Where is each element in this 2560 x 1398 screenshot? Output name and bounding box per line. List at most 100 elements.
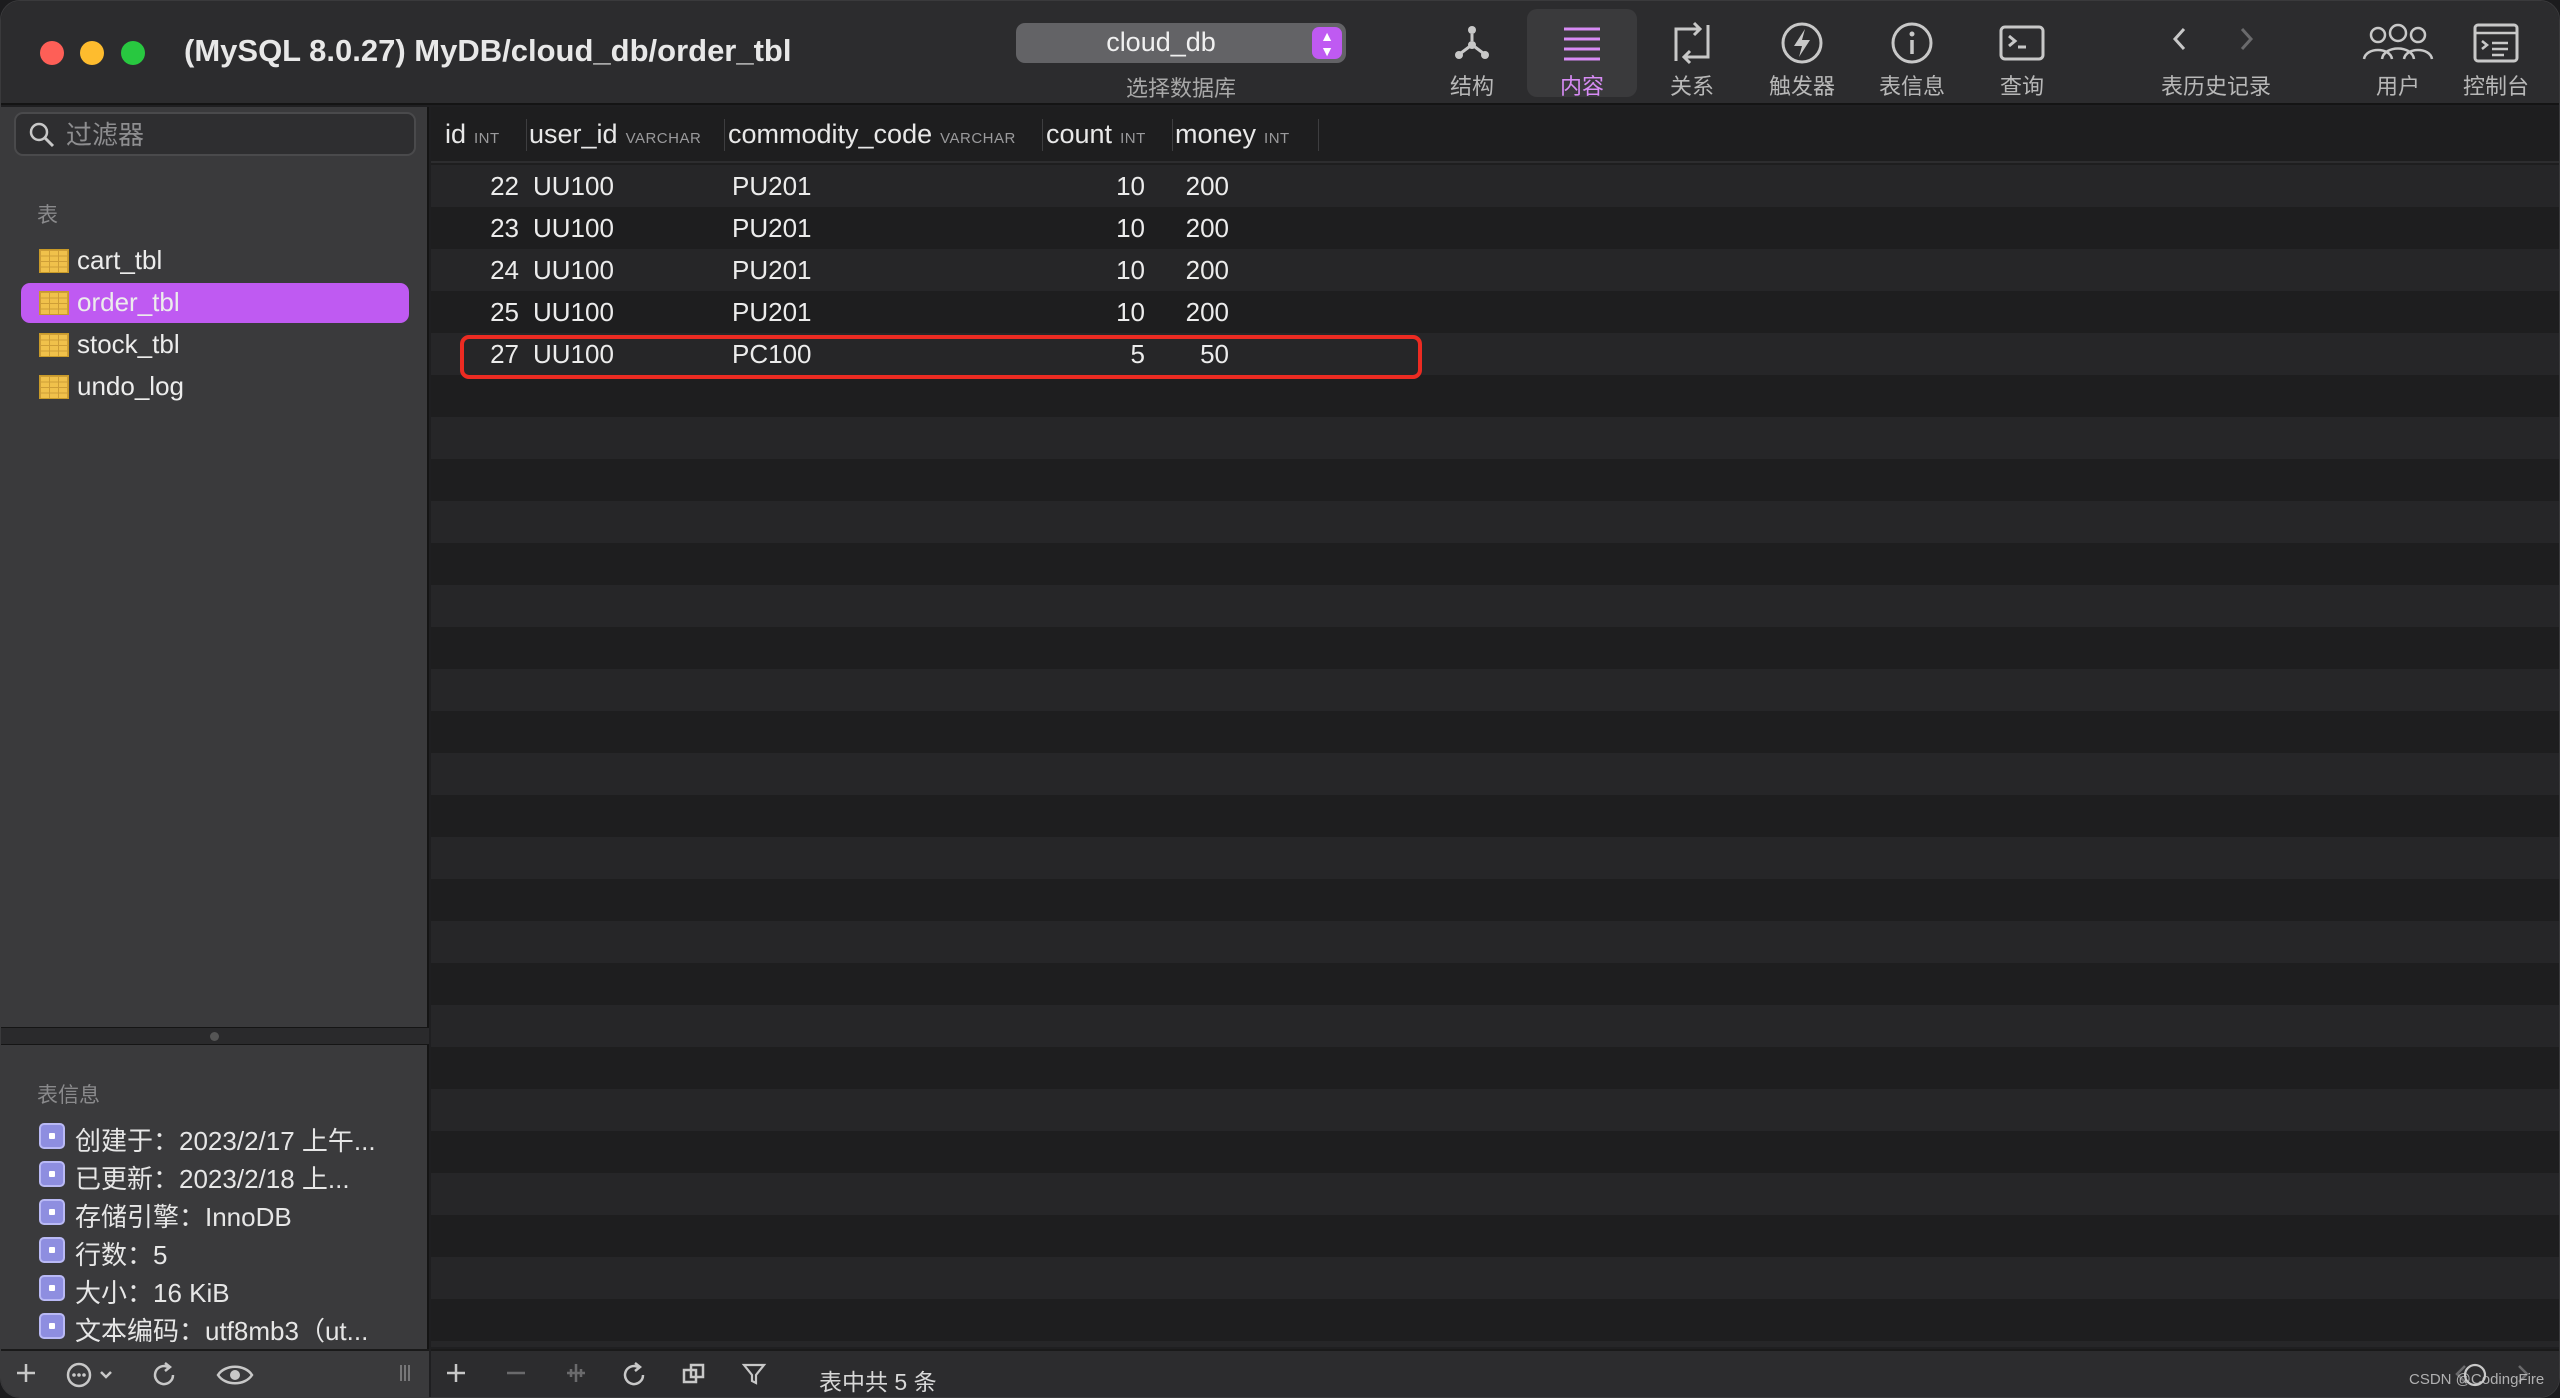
database-select-label: 选择数据库 [1125, 76, 1236, 101]
table-row[interactable]: 24 UU100 PU201 10 200 [431, 249, 2559, 291]
empty-table-row[interactable] [431, 1341, 2559, 1347]
empty-table-row[interactable] [431, 879, 2559, 921]
empty-table-row[interactable] [431, 921, 2559, 963]
cell-commodity-code[interactable]: PU201 [732, 171, 812, 202]
eye-icon [216, 1365, 254, 1385]
cell-count[interactable]: 10 [1116, 255, 1145, 286]
empty-table-row[interactable] [431, 1047, 2559, 1089]
relations-button[interactable]: 关系 [1637, 9, 1747, 99]
splitter-handle[interactable] [210, 1032, 219, 1041]
cell-commodity-code[interactable]: PU201 [732, 213, 812, 244]
cell-money[interactable]: 200 [1186, 171, 1229, 202]
empty-table-row[interactable] [431, 417, 2559, 459]
cell-user-id[interactable]: UU100 [533, 255, 614, 286]
empty-table-row[interactable] [431, 1299, 2559, 1341]
cell-count[interactable]: 10 [1116, 171, 1145, 202]
column-type: VARCHAR [940, 130, 1016, 147]
toggle-visibility-button[interactable] [215, 1361, 255, 1391]
empty-table-row[interactable] [431, 711, 2559, 753]
history-forward-button[interactable] [2229, 21, 2263, 57]
column-name: money [1175, 119, 1257, 149]
chevron-right-icon [2240, 27, 2254, 51]
sidebar-item-order-tbl[interactable]: order_tbl [21, 283, 409, 323]
cell-user-id[interactable]: UU100 [533, 171, 614, 202]
structure-button[interactable]: 结构 [1417, 9, 1527, 99]
empty-table-row[interactable] [431, 1257, 2559, 1299]
table-info-button[interactable]: 表信息 [1857, 9, 1967, 99]
empty-table-row[interactable] [431, 1215, 2559, 1257]
empty-table-row[interactable] [431, 585, 2559, 627]
resize-grip-icon [400, 1365, 410, 1381]
users-button[interactable]: 用户 [2343, 9, 2453, 99]
empty-table-row[interactable] [431, 837, 2559, 879]
more-actions-button[interactable] [65, 1361, 121, 1391]
refresh-button[interactable] [149, 1361, 179, 1391]
add-row-button[interactable] [441, 1361, 471, 1391]
cell-id[interactable]: 24 [490, 255, 519, 286]
cell-commodity-code[interactable]: PU201 [732, 255, 812, 286]
empty-table-row[interactable] [431, 627, 2559, 669]
column-divider[interactable] [1172, 119, 1173, 151]
sidebar-item-stock-tbl[interactable]: stock_tbl [21, 325, 409, 365]
table-row[interactable]: 22 UU100 PU201 10 200 [431, 165, 2559, 207]
cell-user-id[interactable]: UU100 [533, 213, 614, 244]
empty-table-row[interactable] [431, 795, 2559, 837]
column-divider[interactable] [724, 119, 725, 151]
empty-table-row[interactable] [431, 459, 2559, 501]
empty-table-row[interactable] [431, 375, 2559, 417]
cell-count[interactable]: 10 [1116, 213, 1145, 244]
sidebar-resize-handle[interactable] [395, 1361, 415, 1391]
column-header-count[interactable]: count INT [1046, 119, 1146, 153]
cell-money[interactable]: 200 [1186, 255, 1229, 286]
sidebar-item-undo-log[interactable]: undo_log [21, 367, 409, 407]
add-table-button[interactable] [11, 1361, 41, 1391]
table-row[interactable]: 23 UU100 PU201 10 200 [431, 207, 2559, 249]
empty-table-row[interactable] [431, 543, 2559, 585]
database-select[interactable]: cloud_db ▲ ▼ [1016, 23, 1346, 63]
filter-field[interactable] [14, 112, 416, 156]
column-divider[interactable] [1318, 119, 1319, 151]
maximize-window-button[interactable] [121, 41, 145, 65]
query-button[interactable]: 查询 [1967, 9, 2077, 99]
cell-id[interactable]: 22 [490, 171, 519, 202]
column-divider[interactable] [526, 119, 527, 151]
console-button[interactable]: 控制台 [2441, 9, 2551, 99]
column-type: INT [474, 130, 500, 147]
empty-table-row[interactable] [431, 1173, 2559, 1215]
column-header-money[interactable]: money INT [1175, 119, 1290, 153]
empty-table-row[interactable] [431, 753, 2559, 795]
column-header-id[interactable]: id INT [445, 119, 500, 153]
empty-table-row[interactable] [431, 1005, 2559, 1047]
duplicate-row-button[interactable] [559, 1361, 593, 1391]
info-icon [1857, 21, 1967, 65]
empty-table-row[interactable] [431, 669, 2559, 711]
filter-rows-button[interactable] [739, 1361, 769, 1391]
empty-table-row[interactable] [431, 963, 2559, 1005]
cell-money[interactable]: 200 [1186, 297, 1229, 328]
cell-id[interactable]: 23 [490, 213, 519, 244]
minimize-window-button[interactable] [80, 41, 104, 65]
delete-row-button[interactable] [501, 1361, 531, 1391]
cell-user-id[interactable]: UU100 [533, 297, 614, 328]
copy-button[interactable] [679, 1361, 709, 1391]
cell-commodity-code[interactable]: PU201 [732, 297, 812, 328]
triggers-button[interactable]: 触发器 [1747, 9, 1857, 99]
cell-money[interactable]: 200 [1186, 213, 1229, 244]
column-header-user-id[interactable]: user_id VARCHAR [529, 119, 701, 153]
content-button[interactable]: 内容 [1527, 9, 1637, 99]
info-size-text: 大小：16 KiB [75, 1278, 230, 1308]
table-row[interactable]: 25 UU100 PU201 10 200 [431, 291, 2559, 333]
close-window-button[interactable] [40, 41, 64, 65]
empty-table-row[interactable] [431, 1089, 2559, 1131]
sidebar-item-cart-tbl[interactable]: cart_tbl [21, 241, 409, 281]
empty-table-row[interactable] [431, 501, 2559, 543]
empty-table-row[interactable] [431, 1131, 2559, 1173]
filter-input[interactable] [66, 120, 406, 150]
column-divider[interactable] [1042, 119, 1043, 151]
cell-id[interactable]: 25 [490, 297, 519, 328]
sidebar-splitter[interactable] [1, 1027, 429, 1045]
history-back-button[interactable] [2163, 21, 2197, 57]
refresh-table-button[interactable] [619, 1361, 649, 1391]
cell-count[interactable]: 10 [1116, 297, 1145, 328]
column-header-commodity-code[interactable]: commodity_code VARCHAR [728, 119, 1016, 153]
